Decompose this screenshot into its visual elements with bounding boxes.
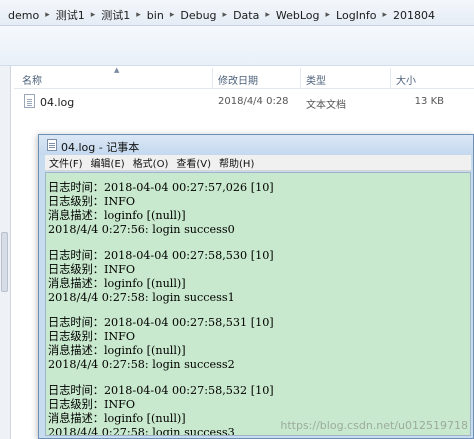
breadcrumb-item[interactable]: 201804 bbox=[393, 9, 435, 22]
log-message: 2018/4/4 0:27:58: login success1 bbox=[48, 290, 235, 304]
column-divider[interactable] bbox=[390, 68, 391, 88]
explorer-toolbar bbox=[0, 26, 474, 66]
chevron-right-icon[interactable]: ▸ bbox=[265, 10, 270, 20]
chevron-right-icon[interactable]: ▸ bbox=[170, 10, 175, 20]
file-type: 文本文档 bbox=[306, 100, 346, 111]
navigation-scrollbar[interactable] bbox=[0, 66, 11, 439]
menu-edit[interactable]: 编辑(E) bbox=[91, 155, 125, 170]
column-header-size[interactable]: 大小 bbox=[396, 72, 416, 87]
log-entry: 日志时间：2018-04-04 00:27:58,532 [10] 日志级别：I… bbox=[48, 383, 274, 436]
notepad-window[interactable]: 04.log - 记事本 文件(F) 编辑(E) 格式(O) 查看(V) 帮助(… bbox=[38, 134, 474, 439]
file-modified: 2018/4/4 0:28 bbox=[218, 96, 289, 107]
log-description: 消息描述：loginfo [(null)] bbox=[48, 209, 186, 222]
log-level: 日志级别：INFO bbox=[48, 195, 136, 208]
column-header-type[interactable]: 类型 bbox=[306, 72, 326, 87]
log-message: 2018/4/4 0:27:58: login success2 bbox=[48, 358, 235, 372]
file-size: 13 KB bbox=[414, 96, 444, 107]
log-time: 日志时间：2018-04-04 00:27:58,530 [10] bbox=[48, 248, 274, 262]
breadcrumb-item[interactable]: demo bbox=[8, 9, 39, 22]
breadcrumb-item[interactable]: 测试1 bbox=[101, 7, 130, 23]
breadcrumb-item[interactable]: LogInfo bbox=[336, 9, 376, 22]
text-editor[interactable]: 日志时间：2018-04-04 00:27:57,026 [10] 日志级别：I… bbox=[45, 172, 471, 436]
log-entry: 日志时间：2018-04-04 00:27:58,530 [10] 日志级别：I… bbox=[48, 249, 274, 305]
chevron-right-icon[interactable]: ▸ bbox=[383, 10, 388, 20]
breadcrumb: demo ▸ 测试1 ▸ 测试1 ▸ bin ▸ Debug ▸ Data ▸ … bbox=[8, 7, 435, 23]
log-level: 日志级别：INFO bbox=[48, 397, 136, 411]
column-divider[interactable] bbox=[212, 68, 213, 88]
chevron-right-icon[interactable]: ▸ bbox=[223, 10, 228, 20]
breadcrumb-item[interactable]: 测试1 bbox=[56, 7, 85, 23]
text-file-icon bbox=[24, 94, 35, 108]
log-content: 日志时间：2018-04-04 00:27:57,026 [10] 日志级别：I… bbox=[48, 181, 274, 436]
log-message: 2018/4/4 0:27:58: login success3 bbox=[48, 425, 235, 436]
watermark: https://blog.csdn.net/u012519718 bbox=[280, 419, 468, 432]
sort-arrow-icon: ▲ bbox=[114, 66, 120, 74]
column-header-row: ▲ 名称 修改日期 类型 大小 bbox=[14, 66, 474, 89]
column-header-modified[interactable]: 修改日期 bbox=[218, 72, 258, 87]
log-message: 2018/4/4 0:27:56: login success0 bbox=[48, 223, 235, 236]
file-name: 04.log bbox=[40, 96, 75, 109]
window-title: 04.log - 记事本 bbox=[61, 141, 140, 154]
log-level: 日志级别：INFO bbox=[48, 262, 136, 276]
breadcrumb-item[interactable]: WebLog bbox=[276, 9, 320, 22]
log-time: 日志时间：2018-04-04 00:27:58,532 [10] bbox=[48, 383, 274, 397]
breadcrumb-item[interactable]: bin bbox=[147, 9, 164, 22]
menu-view[interactable]: 查看(V) bbox=[176, 155, 211, 170]
log-time: 日志时间：2018-04-04 00:27:58,531 [10] bbox=[48, 316, 274, 330]
scrollbar-thumb[interactable] bbox=[1, 232, 8, 292]
log-level: 日志级别：INFO bbox=[48, 330, 136, 344]
column-header-name[interactable]: 名称 bbox=[22, 72, 42, 87]
notepad-icon[interactable] bbox=[47, 139, 57, 151]
log-entry: 日志时间：2018-04-04 00:27:58,531 [10] 日志级别：I… bbox=[48, 316, 274, 372]
log-time: 日志时间：2018-04-04 00:27:57,026 [10] bbox=[48, 181, 274, 194]
notepad-title-bar[interactable]: 04.log - 记事本 bbox=[39, 135, 473, 155]
chevron-right-icon[interactable]: ▸ bbox=[91, 10, 96, 20]
chevron-right-icon[interactable]: ▸ bbox=[136, 10, 141, 20]
menu-bar: 文件(F) 编辑(E) 格式(O) 查看(V) 帮助(H) bbox=[45, 155, 471, 171]
log-entry: 日志时间：2018-04-04 00:27:57,026 [10] 日志级别：I… bbox=[48, 181, 274, 237]
breadcrumb-item[interactable]: Debug bbox=[180, 9, 216, 22]
log-description: 消息描述：loginfo [(null)] bbox=[48, 344, 186, 358]
chevron-right-icon[interactable]: ▸ bbox=[326, 10, 331, 20]
file-row[interactable]: 04.log 2018/4/4 0:28 文本文档 13 KB bbox=[14, 92, 474, 112]
log-description: 消息描述：loginfo [(null)] bbox=[48, 276, 186, 290]
menu-file[interactable]: 文件(F) bbox=[49, 155, 83, 170]
address-bar[interactable]: demo ▸ 测试1 ▸ 测试1 ▸ bin ▸ Debug ▸ Data ▸ … bbox=[0, 0, 474, 26]
menu-format[interactable]: 格式(O) bbox=[133, 155, 169, 170]
menu-help[interactable]: 帮助(H) bbox=[219, 155, 254, 170]
breadcrumb-item[interactable]: Data bbox=[233, 9, 259, 22]
chevron-right-icon[interactable]: ▸ bbox=[45, 10, 50, 20]
column-divider[interactable] bbox=[300, 68, 301, 88]
log-description: 消息描述：loginfo [(null)] bbox=[48, 411, 186, 425]
